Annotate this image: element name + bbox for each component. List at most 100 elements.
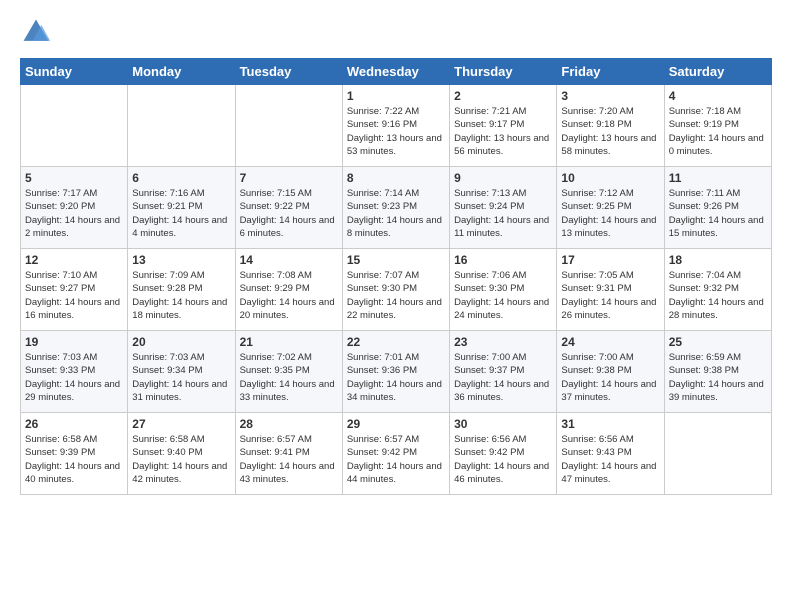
day-cell: 26 Sunrise: 6:58 AM Sunset: 9:39 PM Dayli… [21,413,128,495]
day-info: Sunrise: 7:06 AM Sunset: 9:30 PM Dayligh… [454,269,552,322]
day-number: 27 [132,417,230,431]
day-number: 17 [561,253,659,267]
day-number: 21 [240,335,338,349]
day-info: Sunrise: 7:17 AM Sunset: 9:20 PM Dayligh… [25,187,123,240]
day-number: 2 [454,89,552,103]
page: SundayMondayTuesdayWednesdayThursdayFrid… [0,0,792,612]
day-info: Sunrise: 7:01 AM Sunset: 9:36 PM Dayligh… [347,351,445,404]
day-cell: 1 Sunrise: 7:22 AM Sunset: 9:16 PM Daylig… [342,85,449,167]
day-number: 22 [347,335,445,349]
day-info: Sunrise: 7:02 AM Sunset: 9:35 PM Dayligh… [240,351,338,404]
day-info: Sunrise: 7:04 AM Sunset: 9:32 PM Dayligh… [669,269,767,322]
week-row-2: 5 Sunrise: 7:17 AM Sunset: 9:20 PM Daylig… [21,167,772,249]
day-info: Sunrise: 7:09 AM Sunset: 9:28 PM Dayligh… [132,269,230,322]
day-cell: 25Sunrise: 6:59 AM Sunset: 9:38 PM Dayli… [664,331,771,413]
day-number: 4 [669,89,767,103]
week-row-5: 26 Sunrise: 6:58 AM Sunset: 9:39 PM Dayli… [21,413,772,495]
day-number: 9 [454,171,552,185]
day-info: Sunrise: 7:00 AM Sunset: 9:38 PM Dayligh… [561,351,659,404]
day-info: Sunrise: 7:11 AM Sunset: 9:26 PM Dayligh… [669,187,767,240]
day-info: Sunrise: 6:56 AM Sunset: 9:43 PM Dayligh… [561,433,659,486]
day-cell: 24 Sunrise: 7:00 AM Sunset: 9:38 PM Dayli… [557,331,664,413]
day-info: Sunrise: 7:22 AM Sunset: 9:16 PM Dayligh… [347,105,445,158]
day-info: Sunrise: 7:18 AM Sunset: 9:19 PM Dayligh… [669,105,767,158]
day-cell [664,413,771,495]
day-cell: 20 Sunrise: 7:03 AM Sunset: 9:34 PM Dayli… [128,331,235,413]
day-info: Sunrise: 6:58 AM Sunset: 9:40 PM Dayligh… [132,433,230,486]
day-number: 23 [454,335,552,349]
day-cell: 23Sunrise: 7:00 AM Sunset: 9:37 PM Dayli… [450,331,557,413]
day-info: Sunrise: 7:16 AM Sunset: 9:21 PM Dayligh… [132,187,230,240]
day-cell [128,85,235,167]
day-info: Sunrise: 7:08 AM Sunset: 9:29 PM Dayligh… [240,269,338,322]
day-info: Sunrise: 6:58 AM Sunset: 9:39 PM Dayligh… [25,433,123,486]
day-info: Sunrise: 7:20 AM Sunset: 9:18 PM Dayligh… [561,105,659,158]
day-cell: 18 Sunrise: 7:04 AM Sunset: 9:32 PM Dayli… [664,249,771,331]
day-cell: 15 Sunrise: 7:07 AM Sunset: 9:30 PM Dayli… [342,249,449,331]
day-number: 8 [347,171,445,185]
day-number: 25 [669,335,767,349]
week-row-4: 19 Sunrise: 7:03 AM Sunset: 9:33 PM Dayli… [21,331,772,413]
day-info: Sunrise: 7:12 AM Sunset: 9:25 PM Dayligh… [561,187,659,240]
logo [20,16,56,48]
generalblue-logo-icon [20,16,52,48]
day-number: 18 [669,253,767,267]
day-cell [235,85,342,167]
day-info: Sunrise: 7:03 AM Sunset: 9:34 PM Dayligh… [132,351,230,404]
day-info: Sunrise: 7:03 AM Sunset: 9:33 PM Dayligh… [25,351,123,404]
day-number: 28 [240,417,338,431]
col-header-thursday: Thursday [450,59,557,85]
day-cell: 31 Sunrise: 6:56 AM Sunset: 9:43 PM Dayli… [557,413,664,495]
day-cell: 6 Sunrise: 7:16 AM Sunset: 9:21 PM Daylig… [128,167,235,249]
day-number: 15 [347,253,445,267]
day-info: Sunrise: 7:10 AM Sunset: 9:27 PM Dayligh… [25,269,123,322]
header [20,16,772,48]
day-cell: 16 Sunrise: 7:06 AM Sunset: 9:30 PM Dayli… [450,249,557,331]
col-header-tuesday: Tuesday [235,59,342,85]
day-cell: 9 Sunrise: 7:13 AM Sunset: 9:24 PM Daylig… [450,167,557,249]
day-info: Sunrise: 7:13 AM Sunset: 9:24 PM Dayligh… [454,187,552,240]
col-header-saturday: Saturday [664,59,771,85]
day-info: Sunrise: 6:57 AM Sunset: 9:41 PM Dayligh… [240,433,338,486]
day-number: 3 [561,89,659,103]
day-info: Sunrise: 7:15 AM Sunset: 9:22 PM Dayligh… [240,187,338,240]
day-number: 30 [454,417,552,431]
week-row-1: 1 Sunrise: 7:22 AM Sunset: 9:16 PM Daylig… [21,85,772,167]
col-header-sunday: Sunday [21,59,128,85]
week-row-3: 12 Sunrise: 7:10 AM Sunset: 9:27 PM Dayli… [21,249,772,331]
day-cell: 13Sunrise: 7:09 AM Sunset: 9:28 PM Dayli… [128,249,235,331]
day-number: 26 [25,417,123,431]
day-cell: 28 Sunrise: 6:57 AM Sunset: 9:41 PM Dayli… [235,413,342,495]
col-header-friday: Friday [557,59,664,85]
day-info: Sunrise: 7:14 AM Sunset: 9:23 PM Dayligh… [347,187,445,240]
day-number: 6 [132,171,230,185]
day-number: 1 [347,89,445,103]
day-info: Sunrise: 7:07 AM Sunset: 9:30 PM Dayligh… [347,269,445,322]
day-info: Sunrise: 7:05 AM Sunset: 9:31 PM Dayligh… [561,269,659,322]
day-cell: 29Sunrise: 6:57 AM Sunset: 9:42 PM Dayli… [342,413,449,495]
day-cell: 10Sunrise: 7:12 AM Sunset: 9:25 PM Dayli… [557,167,664,249]
day-number: 31 [561,417,659,431]
day-cell: 3 Sunrise: 7:20 AM Sunset: 9:18 PM Daylig… [557,85,664,167]
day-cell: 30 Sunrise: 6:56 AM Sunset: 9:42 PM Dayli… [450,413,557,495]
day-number: 20 [132,335,230,349]
day-number: 19 [25,335,123,349]
day-cell: 8 Sunrise: 7:14 AM Sunset: 9:23 PM Daylig… [342,167,449,249]
day-number: 7 [240,171,338,185]
day-cell: 14Sunrise: 7:08 AM Sunset: 9:29 PM Dayli… [235,249,342,331]
day-info: Sunrise: 6:56 AM Sunset: 9:42 PM Dayligh… [454,433,552,486]
day-number: 24 [561,335,659,349]
day-cell: 5 Sunrise: 7:17 AM Sunset: 9:20 PM Daylig… [21,167,128,249]
header-row: SundayMondayTuesdayWednesdayThursdayFrid… [21,59,772,85]
day-number: 11 [669,171,767,185]
day-number: 16 [454,253,552,267]
calendar-table: SundayMondayTuesdayWednesdayThursdayFrid… [20,58,772,495]
day-cell [21,85,128,167]
day-cell: 12 Sunrise: 7:10 AM Sunset: 9:27 PM Dayli… [21,249,128,331]
day-info: Sunrise: 7:21 AM Sunset: 9:17 PM Dayligh… [454,105,552,158]
day-number: 5 [25,171,123,185]
day-cell: 11 Sunrise: 7:11 AM Sunset: 9:26 PM Dayli… [664,167,771,249]
day-cell: 27 Sunrise: 6:58 AM Sunset: 9:40 PM Dayli… [128,413,235,495]
col-header-monday: Monday [128,59,235,85]
day-number: 12 [25,253,123,267]
